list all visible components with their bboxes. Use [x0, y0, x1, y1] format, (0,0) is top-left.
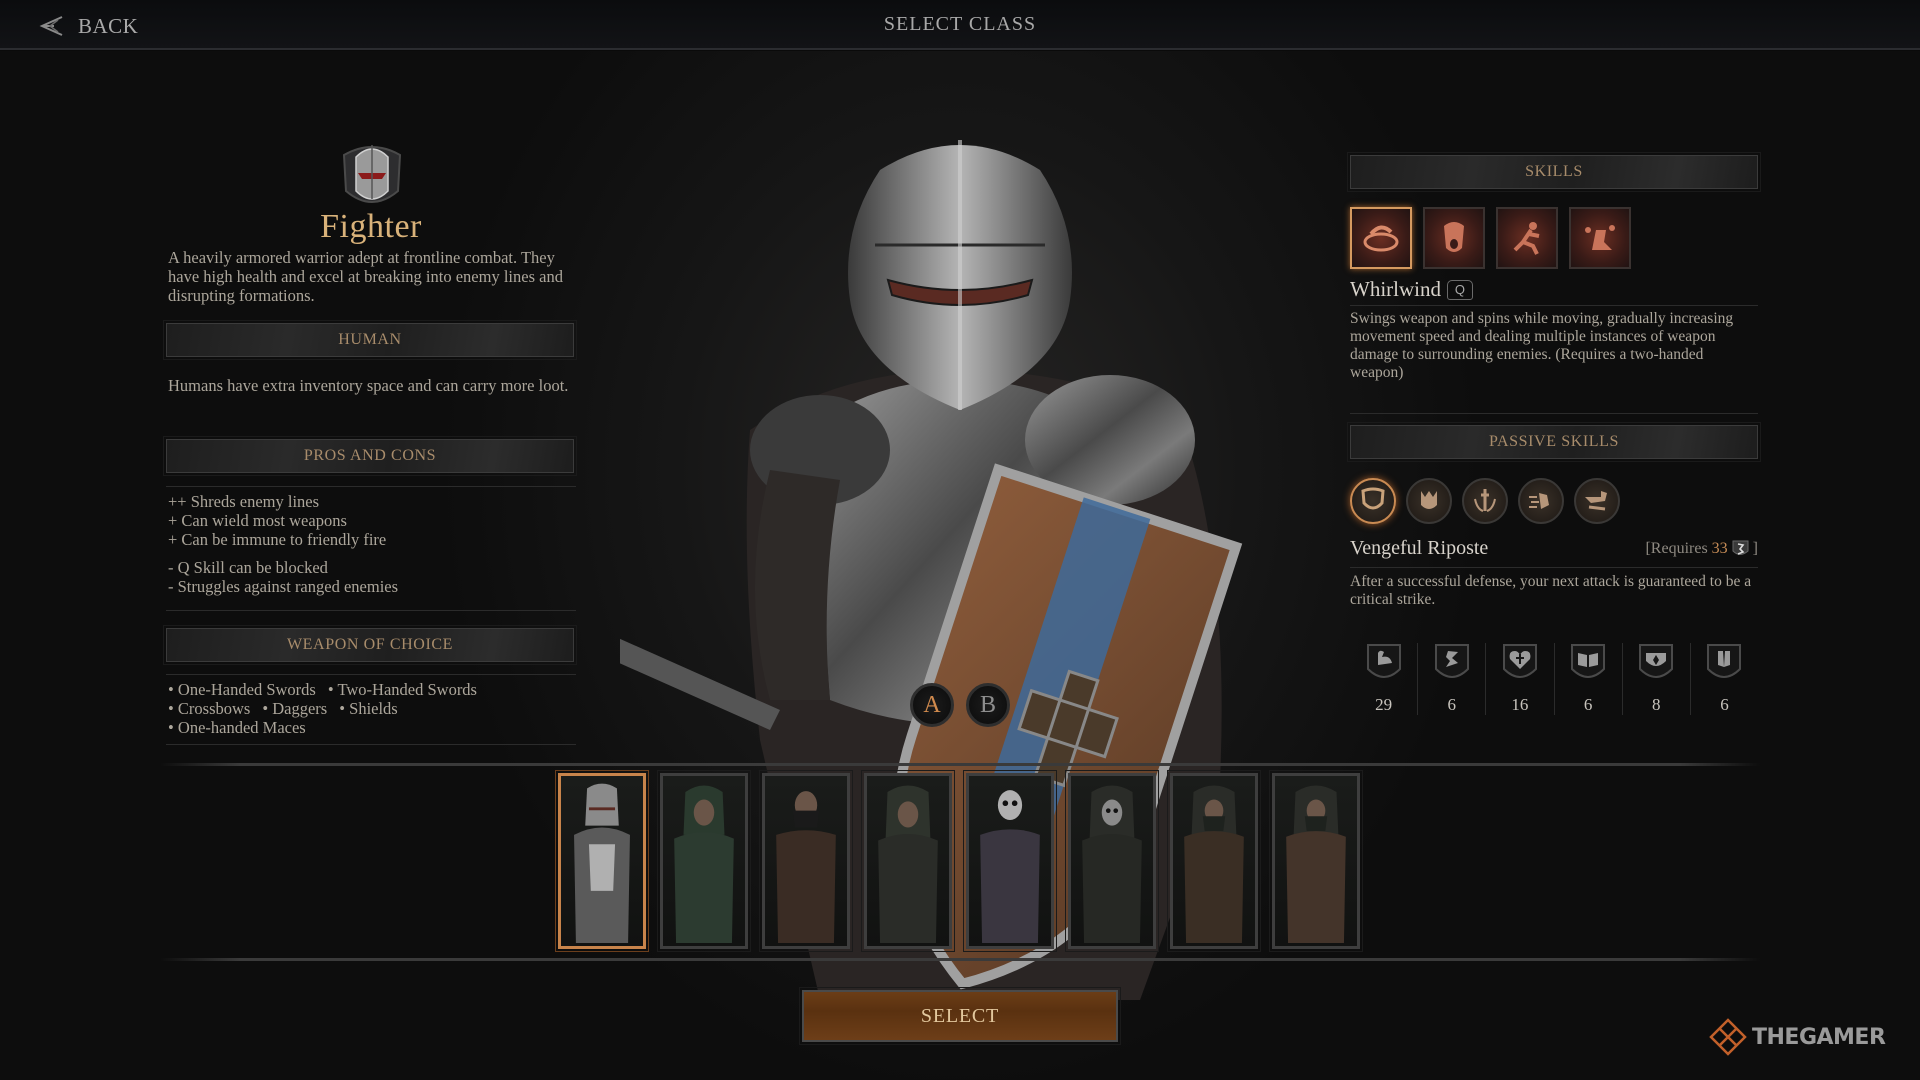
weapon-item: • Daggers [262, 699, 328, 718]
victory-strike-skill-icon[interactable] [1569, 207, 1631, 269]
carousel-top-rail [160, 763, 1760, 766]
selected-skill-name: Whirlwind Q [1350, 277, 1473, 302]
class-portrait-ranger[interactable] [657, 770, 751, 952]
carousel-bottom-rail [160, 958, 1760, 961]
weapon-item: • One-Handed Swords [168, 680, 316, 699]
passive-requirement: [Requires 33 ] [1645, 540, 1758, 558]
con-item: - Struggles against ranged enemies [168, 577, 399, 596]
keybind-badge: Q [1446, 279, 1473, 300]
pros-list: ++ Shreds enemy lines + Can wield most w… [168, 492, 576, 549]
knowledge-icon [1571, 644, 1606, 678]
race-description: Humans have extra inventory space and ca… [168, 376, 569, 395]
class-portrait-skeleton-warrior[interactable] [963, 770, 1057, 952]
faith-icon [1707, 644, 1742, 678]
stat-strength: 29 [1350, 643, 1419, 715]
divider [1350, 305, 1758, 306]
war-cry-skill-icon[interactable] [1423, 207, 1485, 269]
class-description: A heavily armored warrior adept at front… [168, 248, 563, 305]
stat-resourcefulness: 8 [1623, 643, 1691, 715]
class-carousel [555, 770, 1363, 952]
stat-value: 16 [1511, 695, 1529, 714]
requires-prefix: [Requires [1645, 540, 1708, 557]
divider [166, 486, 576, 487]
stat-value: 6 [1583, 695, 1593, 714]
stat-value: 6 [1720, 695, 1729, 714]
page-title: SELECT CLASS [883, 13, 1037, 35]
divider [166, 610, 576, 611]
class-portrait-bard[interactable] [1269, 770, 1363, 952]
selected-passive-name: Vengeful Riposte [1350, 537, 1489, 559]
skills-header: SKILLS [1347, 152, 1761, 192]
agility-icon [1732, 540, 1749, 555]
selected-skill-description: Swings weapon and spins while moving, gr… [1350, 310, 1734, 381]
agility-icon [1434, 644, 1469, 678]
divider [166, 744, 576, 745]
thegamer-logo-icon [1709, 1018, 1747, 1056]
pro-item: ++ Shreds enemy lines [168, 492, 320, 511]
stat-knowledge: 6 [1555, 643, 1623, 715]
weapon-item: • Shields [339, 699, 398, 718]
pro-item: + Can wield most weapons [168, 511, 347, 530]
divider [1350, 567, 1758, 568]
class-portrait-fighter[interactable] [555, 770, 649, 952]
class-portrait-cleric[interactable] [861, 770, 955, 952]
con-item: - Q Skill can be blocked [168, 558, 328, 577]
divider [166, 674, 576, 675]
beast-mask-passive-icon[interactable] [1406, 478, 1452, 524]
race-header: HUMAN [163, 320, 577, 360]
pro-item: + Can be immune to friendly fire [168, 530, 387, 549]
class-portrait-rogue[interactable] [759, 770, 853, 952]
resourcefulness-icon [1639, 644, 1674, 678]
divider [1350, 413, 1758, 414]
strength-icon [1366, 644, 1401, 678]
skin-option-a[interactable]: A [910, 683, 954, 727]
weapon-item: • Two-Handed Swords [327, 680, 477, 699]
stat-value: 29 [1375, 695, 1393, 714]
skin-option-b[interactable]: B [966, 683, 1010, 727]
class-name: Fighter [320, 208, 422, 245]
dash-foot-passive-icon[interactable] [1518, 478, 1564, 524]
stat-agility: 6 [1418, 643, 1487, 715]
stat-will: 16 [1486, 643, 1555, 715]
requires-suffix: ] [1752, 540, 1758, 557]
shield-passive-icon[interactable] [1350, 478, 1396, 524]
class-portrait-skeleton-mage[interactable] [1065, 770, 1159, 952]
cons-list: - Q Skill can be blocked - Struggles aga… [168, 558, 576, 596]
weapons-header: WEAPON OF CHOICE [163, 625, 577, 665]
attribute-stats: 29 6 16 6 8 6 [1350, 643, 1758, 715]
sprint-skill-icon[interactable] [1496, 207, 1558, 269]
weapon-item: • One-handed Maces [168, 718, 306, 737]
pros-cons-header: PROS AND CONS [163, 436, 577, 476]
top-bar: BACK SELECT CLASS [0, 0, 1920, 50]
selected-passive-description: After a successful defense, your next at… [1350, 573, 1752, 608]
select-button[interactable]: SELECT [799, 987, 1121, 1045]
stat-value: 6 [1447, 695, 1457, 714]
will-icon [1502, 644, 1537, 678]
passive-skills-row [1350, 478, 1620, 524]
weapon-list: • One-Handed Swords • Two-Handed Swords •… [168, 680, 576, 737]
watermark: THEGAMER [1708, 1017, 1886, 1057]
class-portrait-barbarian[interactable] [1167, 770, 1261, 952]
weapon-item: • Crossbows [168, 699, 251, 718]
stat-value: 8 [1652, 695, 1661, 714]
skill-name-text: Whirlwind [1350, 277, 1441, 301]
requires-value: 33 [1711, 540, 1728, 557]
whirlwind-skill-icon[interactable] [1350, 207, 1412, 269]
passive-skills-header: PASSIVE SKILLS [1347, 422, 1761, 462]
knight-helmet-icon [342, 145, 402, 203]
watermark-text: THEGAMER [1752, 1024, 1886, 1050]
stat-faith: 6 [1691, 643, 1758, 715]
skills-row [1350, 207, 1631, 269]
sword-laurel-passive-icon[interactable] [1462, 478, 1508, 524]
kick-passive-icon[interactable] [1574, 478, 1620, 524]
